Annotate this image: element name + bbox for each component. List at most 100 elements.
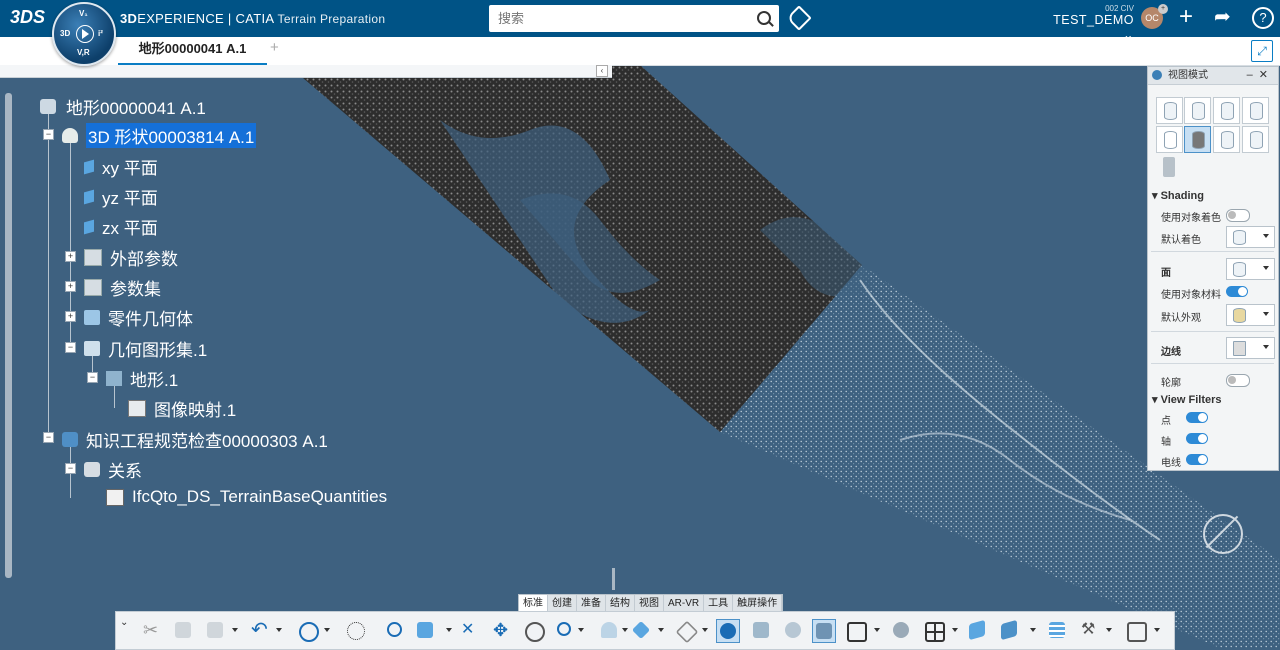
tree-node-ifc-quantities[interactable]: IfcQto_DS_TerrainBaseQuantities — [106, 487, 387, 507]
render-style-icon[interactable] — [674, 619, 699, 644]
shading-edges-button[interactable] — [1184, 97, 1211, 124]
tree-node-zx-plane[interactable]: zx 平面 — [84, 214, 158, 239]
chevron-down-icon[interactable] — [658, 628, 664, 632]
tab-standard[interactable]: 标准 — [519, 595, 548, 612]
tree-node-external-params[interactable]: 外部参数 — [84, 245, 178, 270]
paste-icon[interactable] — [204, 619, 226, 641]
material-icon[interactable] — [750, 619, 772, 641]
tab-touch[interactable]: 触屏操作 — [733, 595, 783, 612]
clipping-icon[interactable] — [844, 619, 867, 642]
rotate-icon[interactable] — [522, 619, 545, 642]
tree-node-yz-plane[interactable]: yz 平面 — [84, 184, 158, 209]
tab-create[interactable]: 创建 — [548, 595, 577, 612]
collapse-icon[interactable]: − — [65, 342, 76, 353]
action-bar-menu-icon[interactable]: ⌄ — [120, 617, 128, 628]
measure-icon[interactable]: ⚒ — [1078, 619, 1100, 641]
points-toggle[interactable] — [1186, 412, 1208, 423]
points-mode-button[interactable] — [1184, 126, 1211, 153]
tab-tools[interactable]: 工具 — [704, 595, 734, 612]
wires-toggle[interactable] — [1186, 454, 1208, 465]
custom-view-button[interactable] — [1242, 126, 1269, 153]
search-input[interactable] — [496, 10, 750, 27]
fit-all-icon[interactable]: ✕ — [458, 619, 480, 641]
tree-node-param-set[interactable]: 参数集 — [84, 275, 161, 300]
cube-view-icon[interactable] — [414, 619, 436, 641]
search-box[interactable] — [489, 5, 779, 32]
default-color-dropdown[interactable] — [1226, 226, 1275, 248]
chevron-down-icon[interactable] — [324, 628, 330, 632]
avatar[interactable]: OC + — [1141, 4, 1168, 29]
chevron-down-icon[interactable] — [1106, 628, 1112, 632]
chevron-down-icon[interactable] — [446, 628, 452, 632]
tree-node-image-map[interactable]: 图像映射.1 — [128, 396, 236, 421]
navigation-compass-icon[interactable] — [1203, 514, 1243, 554]
ghost-icon[interactable] — [890, 619, 912, 641]
collapse-icon[interactable]: − — [43, 129, 54, 140]
add-tab-button[interactable]: + — [270, 39, 279, 56]
layers-icon[interactable] — [1046, 619, 1068, 641]
ambience-icon[interactable] — [716, 619, 740, 643]
zoom-icon[interactable] — [384, 619, 406, 641]
collapse-icon[interactable]: − — [43, 432, 54, 443]
add-icon[interactable]: + — [1179, 5, 1193, 29]
tree-node-part-body[interactable]: 零件几何体 — [84, 305, 193, 330]
outline-toggle[interactable] — [1226, 374, 1250, 387]
shading-section-title[interactable]: ▾ Shading — [1152, 189, 1204, 202]
tree-node-relations[interactable]: 关系 — [84, 457, 142, 482]
toolbar-grip[interactable] — [612, 568, 615, 590]
use-object-color-toggle[interactable] — [1226, 209, 1250, 222]
chevron-down-icon[interactable] — [1030, 628, 1036, 632]
tab-prepare[interactable]: 准备 — [577, 595, 606, 612]
select-icon[interactable] — [344, 619, 366, 641]
expand-icon[interactable]: + — [65, 251, 76, 262]
zoom-area-icon[interactable] — [554, 619, 576, 641]
tree-node-knowledge-check[interactable]: 知识工程规范检查00000303 A.1 — [62, 427, 328, 452]
edge-dropdown[interactable] — [1226, 337, 1275, 359]
view-filters-section-title[interactable]: ▾ View Filters — [1152, 393, 1222, 406]
chevron-down-icon[interactable] — [952, 628, 958, 632]
panel-controls[interactable]: –✕ — [1247, 67, 1274, 84]
chevron-down-icon[interactable] — [702, 628, 708, 632]
tab-terrain[interactable]: 地形00000041 A.1 — [118, 37, 267, 66]
expand-icon[interactable]: + — [65, 281, 76, 292]
tree-node-geom-set[interactable]: 几何图形集.1 — [84, 336, 207, 361]
hidden-edges-button[interactable] — [1213, 126, 1240, 153]
wireframe-button[interactable] — [1156, 126, 1183, 153]
shading-no-edges-button[interactable] — [1213, 97, 1240, 124]
help-icon[interactable]: ? — [1252, 7, 1274, 29]
chevron-down-icon[interactable] — [874, 628, 880, 632]
hide-show-icon[interactable] — [782, 619, 804, 641]
tree-scrollbar[interactable] — [5, 93, 12, 578]
collapse-icon[interactable]: − — [65, 463, 76, 474]
play-icon[interactable] — [76, 25, 94, 43]
3d-compass[interactable]: V₁ 3D i² V,R — [52, 2, 116, 66]
face-dropdown[interactable] — [1226, 258, 1275, 280]
split-view-icon[interactable] — [922, 619, 945, 642]
tree-node-terrain-1[interactable]: 地形.1 — [106, 366, 178, 391]
tab-ar-vr[interactable]: AR-VR — [664, 595, 705, 612]
dassault-logo[interactable]: 3DS — [10, 7, 45, 28]
cut-icon[interactable]: ✂ — [140, 619, 162, 641]
look-at-icon[interactable] — [598, 619, 620, 641]
update-icon[interactable] — [296, 619, 319, 642]
axis-toggle[interactable] — [1186, 433, 1208, 444]
undo-icon[interactable]: ↶ — [248, 619, 270, 641]
tree-node-3d-shape[interactable]: 3D 形状00003814 A.1 — [62, 123, 257, 148]
tab-view[interactable]: 视图 — [635, 595, 664, 612]
tab-structure[interactable]: 结构 — [606, 595, 635, 612]
section-icon[interactable] — [998, 619, 1020, 641]
default-appearance-dropdown[interactable] — [1226, 304, 1275, 326]
copy-icon[interactable] — [172, 619, 194, 641]
tree-node-xy-plane[interactable]: xy 平面 — [84, 154, 158, 179]
chevron-down-icon[interactable] — [232, 628, 238, 632]
tag-icon[interactable] — [786, 5, 812, 31]
collapse-tree-icon[interactable]: ‹ — [596, 65, 608, 77]
pan-icon[interactable]: ✥ — [490, 619, 512, 641]
iso-view-icon[interactable] — [630, 619, 652, 641]
chevron-down-icon[interactable] — [622, 628, 628, 632]
swap-visible-icon[interactable] — [812, 619, 836, 643]
search-icon[interactable] — [757, 11, 771, 25]
capture-icon[interactable] — [1124, 619, 1147, 642]
chevron-down-icon[interactable] — [276, 628, 282, 632]
clip-icon[interactable] — [1163, 157, 1175, 177]
